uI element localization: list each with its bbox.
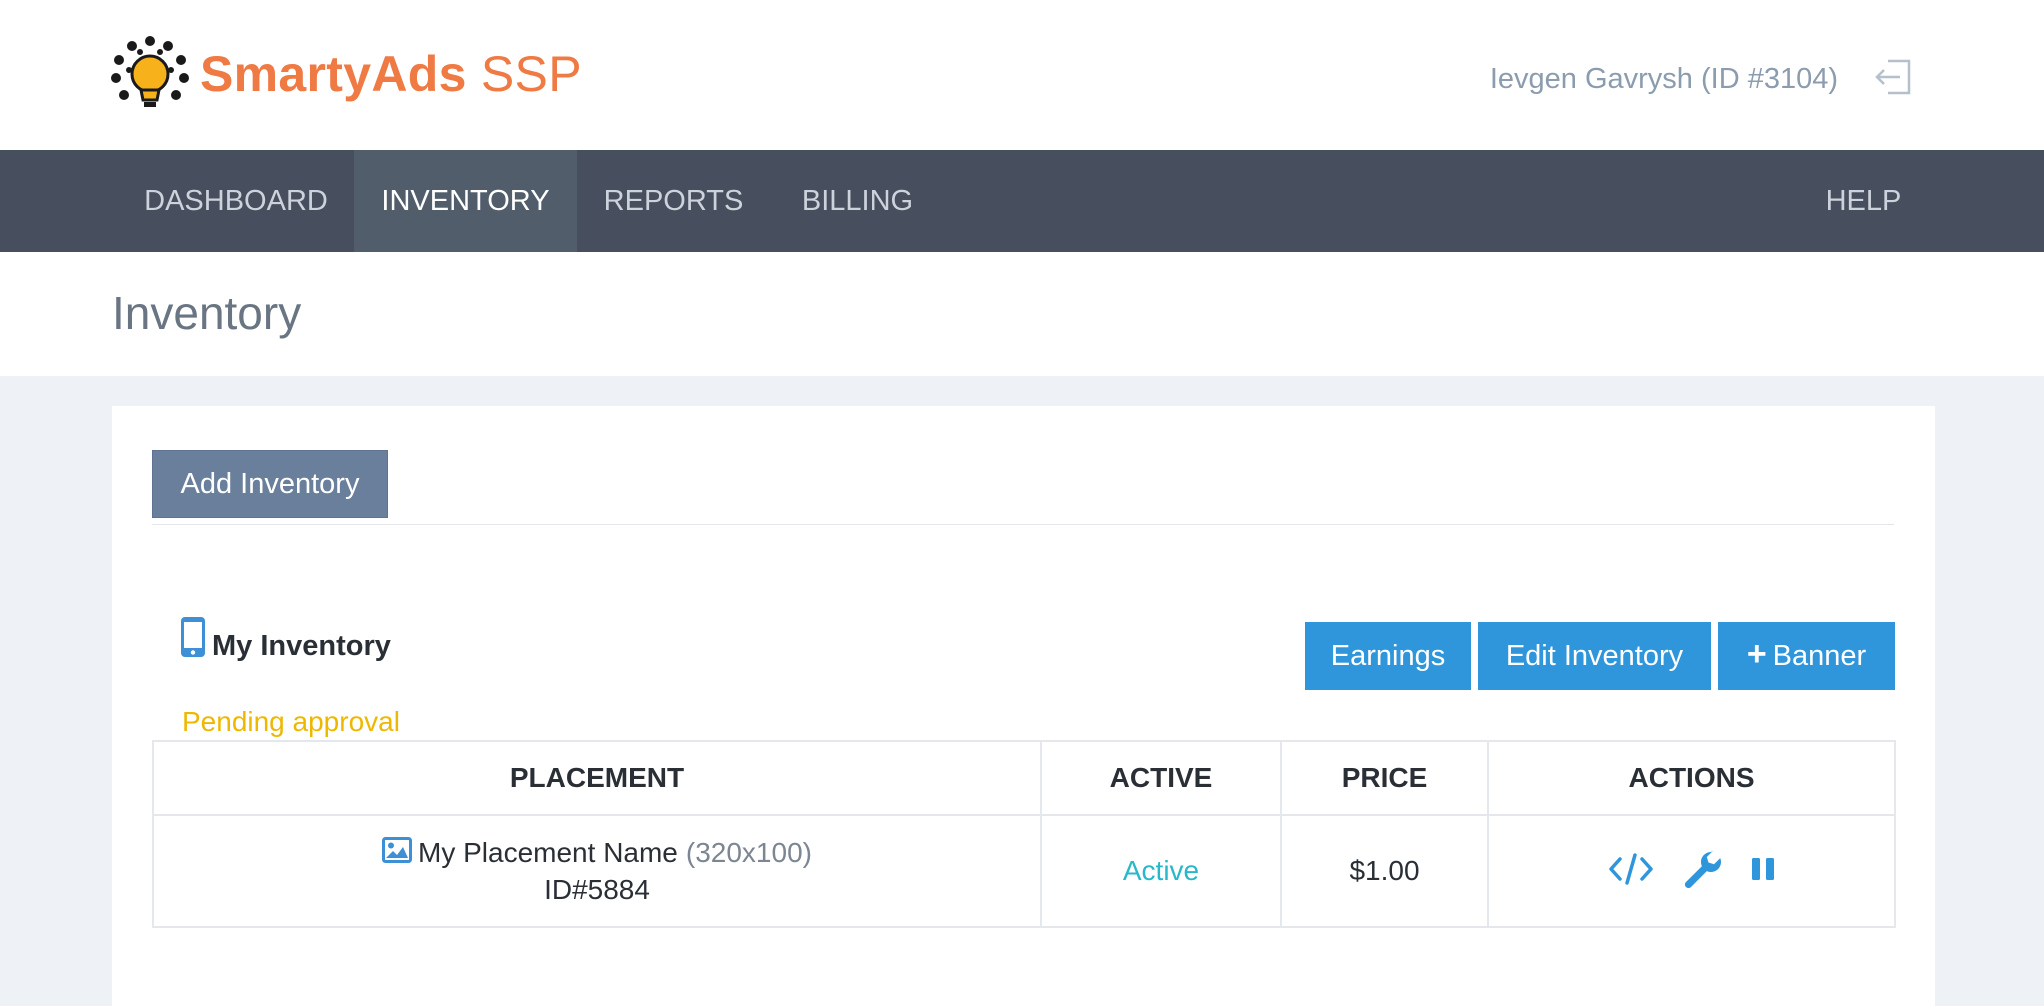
row-actions: [1594, 849, 1790, 889]
lightbulb-logo-icon: [110, 34, 190, 114]
code-icon[interactable]: [1608, 852, 1654, 886]
add-banner-button[interactable]: + Banner: [1718, 622, 1895, 690]
mobile-phone-icon: [180, 616, 206, 663]
edit-inventory-button[interactable]: Edit Inventory: [1478, 622, 1711, 690]
add-banner-label: Banner: [1772, 639, 1867, 672]
column-header-actions: ACTIONS: [1487, 740, 1896, 816]
nav-help[interactable]: HELP: [1806, 150, 1921, 252]
column-header-active: ACTIVE: [1040, 740, 1282, 816]
main-navbar: DASHBOARD INVENTORY REPORTS BILLING HELP: [0, 150, 2044, 252]
logo-text-bold: SmartyAds: [200, 46, 467, 102]
column-header-placement: PLACEMENT: [152, 740, 1042, 816]
wrench-icon[interactable]: [1682, 849, 1722, 889]
table-header-row: PLACEMENT ACTIVE PRICE ACTIONS: [152, 740, 1896, 816]
inventory-card: Add Inventory My Inventory Pending appro…: [112, 406, 1935, 1006]
logo[interactable]: SmartyAds SSP: [110, 34, 582, 114]
pending-approval-status: Pending approval: [182, 706, 400, 737]
actions-cell: [1487, 814, 1896, 928]
placement-id: ID#5884: [544, 873, 650, 905]
inventory-header: My Inventory: [180, 616, 391, 663]
user-name[interactable]: Ievgen Gavrysh (ID #3104): [1490, 63, 1838, 96]
inventory-title: My Inventory: [212, 630, 391, 662]
placement-price: $1.00: [1349, 855, 1420, 886]
image-icon: [382, 836, 413, 870]
top-header: SmartyAds SSP Ievgen Gavrysh (ID #3104): [0, 0, 2044, 150]
placement-name-line: My Placement Name (320x100): [382, 836, 812, 870]
nav-billing[interactable]: BILLING: [770, 150, 945, 252]
placements-table: PLACEMENT ACTIVE PRICE ACTIONS My Placem…: [152, 740, 1896, 928]
column-header-price: PRICE: [1280, 740, 1489, 816]
placement-size: (320x100): [685, 837, 812, 868]
placement-cell: My Placement Name (320x100) ID#5884: [152, 814, 1042, 928]
user-area: Ievgen Gavrysh (ID #3104): [1490, 54, 1914, 104]
page-title: Inventory: [112, 287, 302, 339]
page-title-band: Inventory: [0, 252, 2044, 376]
inventory-actions: Earnings Edit Inventory + Banner: [1298, 622, 1895, 690]
pause-icon[interactable]: [1750, 856, 1776, 882]
price-cell: $1.00: [1280, 814, 1489, 928]
active-cell: Active: [1040, 814, 1282, 928]
add-inventory-button[interactable]: Add Inventory: [152, 450, 388, 518]
logo-text: SmartyAds SSP: [200, 45, 582, 103]
earnings-button[interactable]: Earnings: [1305, 622, 1471, 690]
divider: [152, 524, 1894, 525]
logout-icon[interactable]: [1874, 57, 1914, 102]
nav-inventory[interactable]: INVENTORY: [354, 150, 577, 252]
logo-text-light: SSP: [466, 46, 582, 102]
plus-icon: +: [1746, 635, 1767, 673]
placement-name[interactable]: My Placement Name: [418, 837, 678, 869]
active-status[interactable]: Active: [1123, 855, 1199, 886]
table-row: My Placement Name (320x100) ID#5884 Acti…: [152, 814, 1896, 928]
nav-dashboard[interactable]: DASHBOARD: [120, 150, 352, 252]
nav-reports[interactable]: REPORTS: [577, 150, 770, 252]
